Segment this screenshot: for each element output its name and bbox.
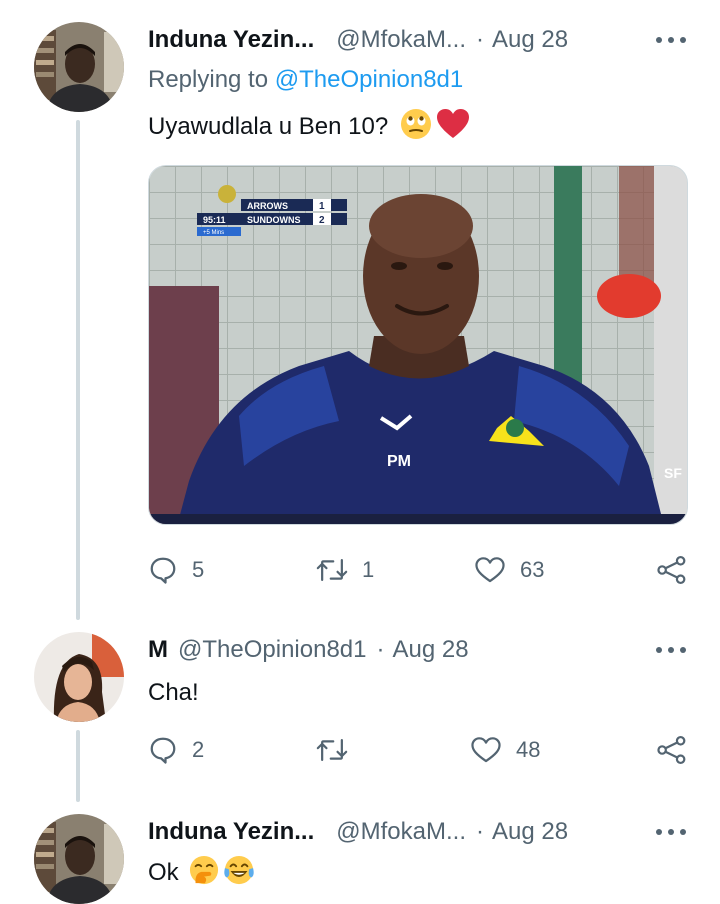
tweet-actions: 5 1 63 — [148, 550, 690, 590]
separator-dot: · — [475, 818, 484, 845]
mention-link[interactable]: @TheOpinion8d1 — [275, 66, 463, 93]
avatar[interactable] — [34, 632, 124, 722]
user-handle[interactable]: @MfokaM... — [336, 26, 466, 54]
eye-roll-emoji — [400, 108, 432, 147]
retweet-count: 1 — [362, 557, 375, 582]
tweet-text: Uyawudlala u Ben 10? — [148, 113, 389, 140]
tweet-text: Cha! — [148, 679, 199, 706]
added-time: +5 Mins — [203, 230, 224, 236]
retweet-button[interactable]: 1 — [316, 550, 374, 590]
like-button[interactable]: 63 — [474, 550, 544, 590]
share-button[interactable] — [656, 550, 688, 590]
tweet-actions: 2 48 — [148, 730, 690, 770]
tweet-text-line: Cha! — [148, 676, 199, 710]
retweet-icon — [316, 555, 348, 585]
tweet-text-line: Ok — [148, 855, 255, 892]
team1-name: ARROWS — [247, 201, 288, 211]
display-name[interactable]: M — [148, 636, 168, 664]
separator-dot: · — [376, 636, 385, 663]
separator-dot: · — [475, 26, 484, 53]
tweet-media-image[interactable]: PM SF ARROWS 1 95:11 SUNDOWNS 2 +5 Mins — [148, 165, 688, 525]
like-button[interactable]: 48 — [470, 730, 540, 770]
replying-to-line: Replying to @TheOpinion8d1 — [148, 66, 463, 94]
shirt-initials: PM — [387, 453, 411, 470]
face-with-hand-over-mouth-emoji — [189, 855, 219, 892]
heart-icon — [474, 555, 506, 585]
share-icon — [656, 555, 688, 585]
reply-count: 5 — [192, 557, 205, 582]
tweet-2[interactable]: M @TheOpinion8d1 · Aug 28 Cha! 2 48 — [0, 632, 720, 802]
display-name[interactable]: Induna Yezin... — [148, 818, 314, 846]
like-count: 63 — [520, 557, 545, 582]
tweet-date[interactable]: Aug 28 — [392, 636, 468, 664]
avatar[interactable] — [34, 814, 124, 904]
red-heart-emoji — [436, 108, 470, 147]
reply-button[interactable]: 2 — [148, 730, 204, 770]
display-name[interactable]: Induna Yezin... — [148, 26, 314, 54]
share-button[interactable] — [656, 730, 688, 770]
retweet-button[interactable] — [316, 730, 348, 770]
more-options-icon[interactable] — [656, 814, 686, 850]
tweet-date[interactable]: Aug 28 — [492, 818, 568, 846]
tweet-text: Ok — [148, 859, 179, 886]
share-icon — [656, 735, 688, 765]
replying-prefix: Replying to — [148, 66, 269, 93]
user-handle[interactable]: @TheOpinion8d1 — [178, 636, 366, 664]
tears-of-joy-emoji — [223, 855, 255, 892]
tweet-date[interactable]: Aug 28 — [492, 26, 568, 54]
team1-score: 1 — [319, 201, 325, 212]
team2-score: 2 — [319, 215, 325, 226]
heart-icon — [470, 735, 502, 765]
reply-button[interactable]: 5 — [148, 550, 204, 590]
retweet-icon — [316, 735, 348, 765]
team2-name: SUNDOWNS — [247, 215, 301, 225]
tweet-text-line: Uyawudlala u Ben 10? — [148, 108, 470, 147]
corner-logo-text: SF — [664, 465, 682, 481]
tweet-3[interactable]: Induna Yezin... @MfokaM... · Aug 28 Ok — [0, 814, 720, 904]
user-handle[interactable]: @MfokaM... — [336, 818, 466, 846]
reply-count: 2 — [192, 737, 205, 762]
more-options-icon[interactable] — [656, 22, 686, 58]
more-options-icon[interactable] — [656, 632, 686, 668]
reply-icon — [148, 555, 178, 585]
like-count: 48 — [516, 737, 541, 762]
reply-icon — [148, 735, 178, 765]
avatar[interactable] — [34, 22, 124, 112]
tweet-1[interactable]: Induna Yezin... @MfokaM... · Aug 28 Repl… — [0, 0, 720, 620]
match-time: 95:11 — [203, 215, 226, 225]
